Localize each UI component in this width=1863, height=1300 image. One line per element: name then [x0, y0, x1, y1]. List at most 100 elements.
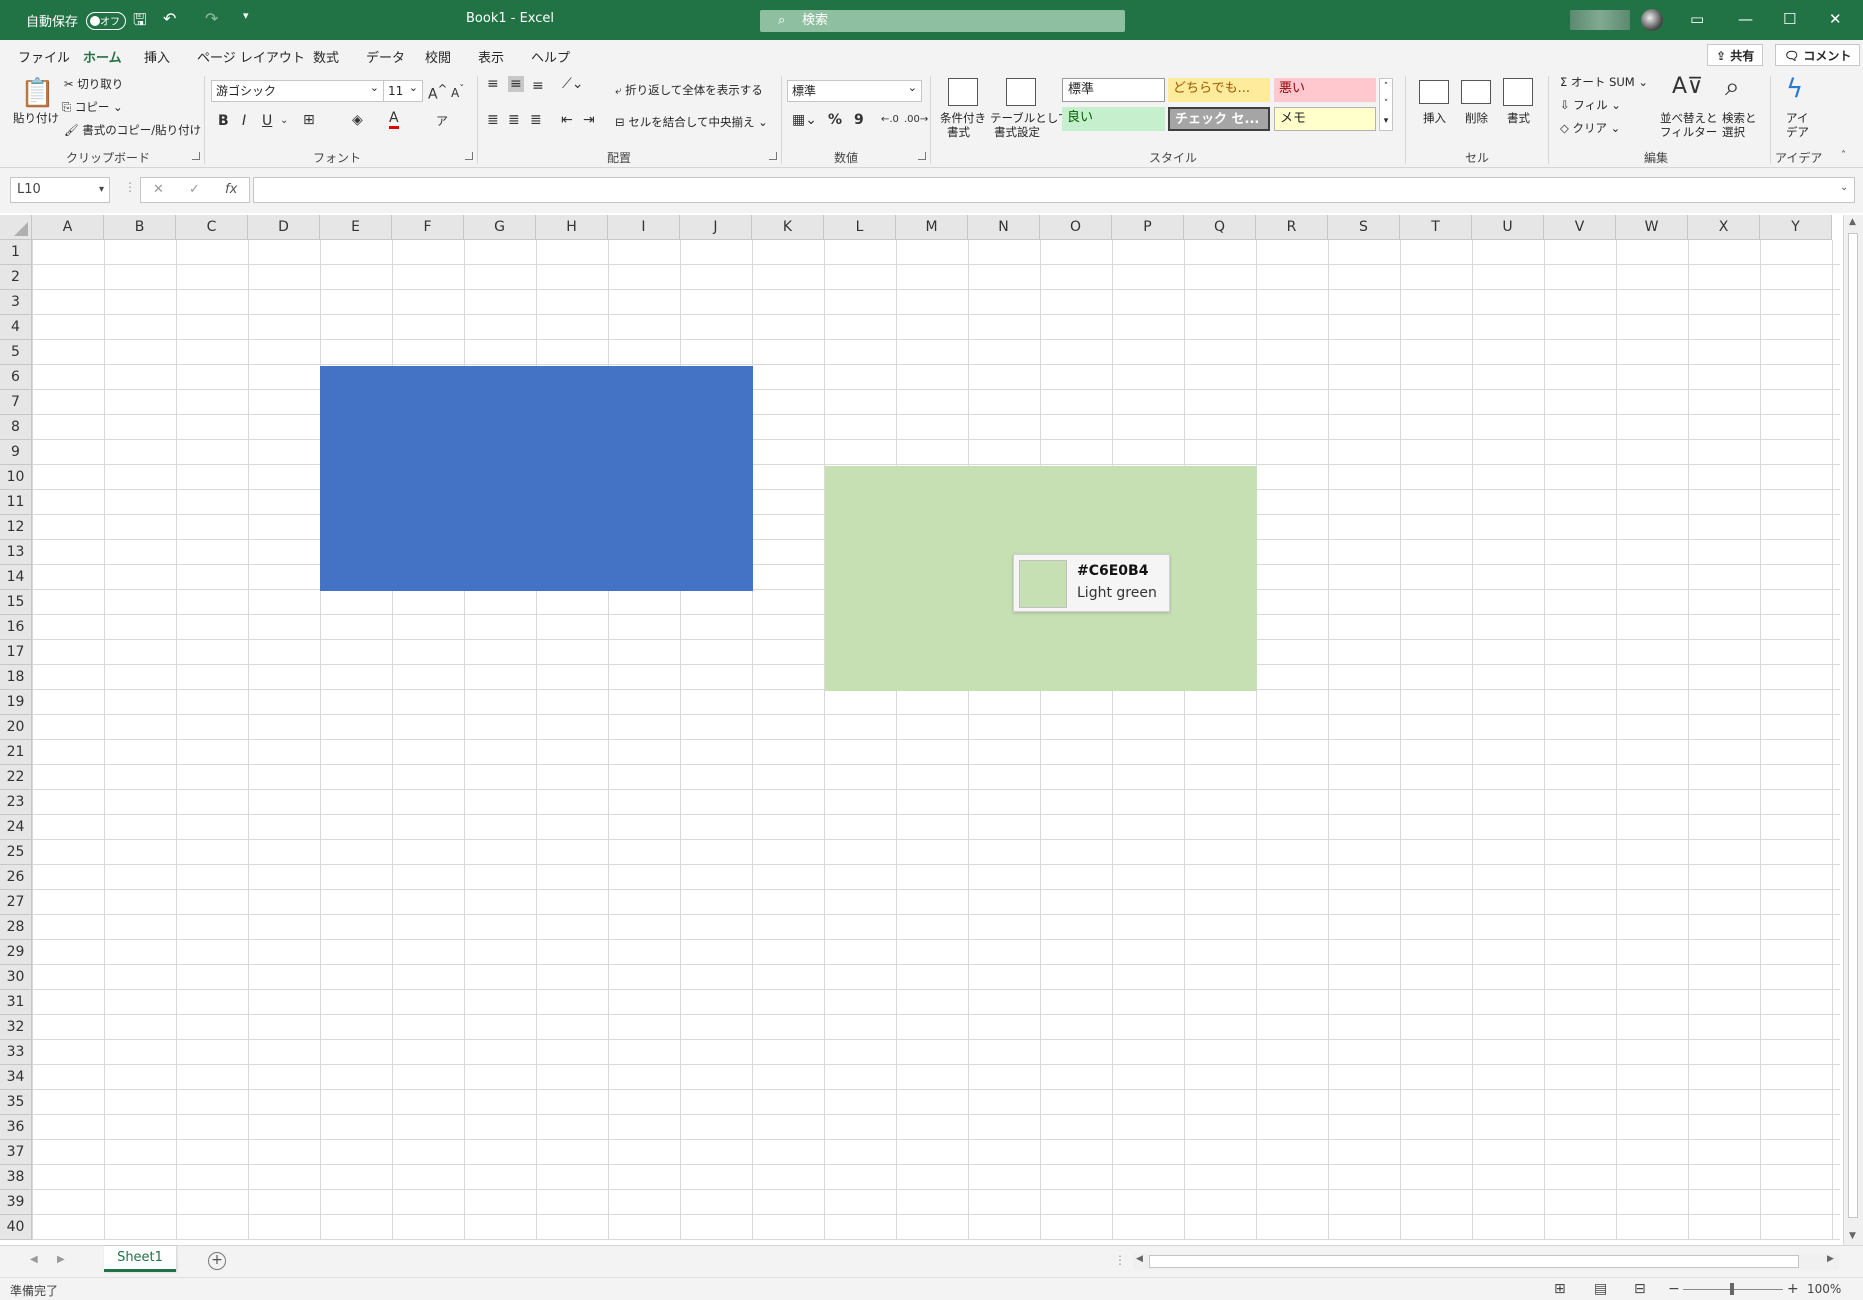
decrease-indent-icon[interactable]: ⇤ [561, 112, 573, 128]
ribbon-display-icon[interactable]: ▭ [1690, 10, 1704, 28]
row-header[interactable]: 20 [0, 715, 32, 740]
tab-file[interactable]: ファイル [18, 47, 70, 66]
percent-icon[interactable]: % [828, 112, 842, 128]
zoom-slider-thumb[interactable] [1730, 1283, 1734, 1295]
row-header[interactable]: 15 [0, 590, 32, 615]
column-header[interactable]: G [464, 215, 536, 240]
increase-indent-icon[interactable]: ⇥ [583, 112, 595, 128]
column-header[interactable]: C [176, 215, 248, 240]
column-header[interactable]: V [1544, 215, 1616, 240]
column-header[interactable]: F [392, 215, 464, 240]
style-standard[interactable]: 標準 [1062, 78, 1165, 102]
column-header[interactable]: S [1328, 215, 1400, 240]
format-as-table-icon[interactable] [1006, 78, 1036, 106]
row-header[interactable]: 26 [0, 865, 32, 890]
row-header[interactable]: 13 [0, 540, 32, 565]
row-header[interactable]: 32 [0, 1015, 32, 1040]
normal-view-icon[interactable]: ⊞ [1554, 1281, 1566, 1297]
save-icon[interactable]: 🖫 [133, 9, 147, 36]
expand-formula-icon[interactable]: ⌄ [1840, 182, 1848, 193]
column-header[interactable]: D [248, 215, 320, 240]
horizontal-scrollbar[interactable]: ◀ ▶ [1133, 1254, 1839, 1270]
tab-insert[interactable]: 挿入 [144, 47, 170, 66]
phonetic-icon[interactable]: ア [436, 112, 448, 129]
decrease-font-icon[interactable]: Aˇ [451, 84, 464, 100]
page-layout-view-icon[interactable]: ▤ [1594, 1281, 1607, 1297]
font-launcher-icon[interactable] [465, 152, 473, 160]
alignment-launcher-icon[interactable] [769, 152, 777, 160]
autosave-toggle[interactable]: オフ [86, 11, 127, 30]
row-header[interactable]: 40 [0, 1215, 32, 1240]
decrease-decimal-icon[interactable]: .00→ [904, 114, 928, 125]
tab-home[interactable]: ホーム [83, 47, 122, 73]
blue-rectangle-shape[interactable] [320, 366, 753, 591]
insert-cells-icon[interactable] [1419, 80, 1449, 104]
row-header[interactable]: 36 [0, 1115, 32, 1140]
column-header[interactable]: P [1112, 215, 1184, 240]
bold-icon[interactable]: B [218, 113, 229, 129]
prev-sheet-icon[interactable]: ◀ [30, 1254, 38, 1265]
row-header[interactable]: 6 [0, 365, 32, 390]
redo-icon[interactable]: ↷ [205, 9, 218, 28]
orientation-icon[interactable]: ⟋⌄ [562, 76, 584, 92]
row-header[interactable]: 3 [0, 290, 32, 315]
number-launcher-icon[interactable] [918, 152, 926, 160]
column-header[interactable]: J [680, 215, 752, 240]
row-header[interactable]: 22 [0, 765, 32, 790]
scroll-left-icon[interactable]: ◀ [1136, 1254, 1143, 1264]
column-header[interactable]: N [968, 215, 1040, 240]
column-header[interactable]: E [320, 215, 392, 240]
comment-button[interactable]: 🗨 コメント [1775, 44, 1861, 66]
align-center-icon[interactable]: ≣ [508, 112, 520, 128]
format-cells-button[interactable]: 書式 [1507, 110, 1530, 126]
row-header[interactable]: 12 [0, 515, 32, 540]
row-header[interactable]: 7 [0, 390, 32, 415]
row-header[interactable]: 39 [0, 1190, 32, 1215]
delete-cells-button[interactable]: 削除 [1465, 110, 1488, 126]
undo-icon[interactable]: ↶ [163, 9, 176, 28]
increase-decimal-icon[interactable]: ←.0 [881, 114, 899, 125]
next-sheet-icon[interactable]: ▶ [57, 1254, 65, 1265]
column-header[interactable]: L [824, 215, 896, 240]
avatar[interactable] [1641, 9, 1663, 31]
align-middle-icon[interactable]: ≡ [508, 76, 524, 92]
clear-button[interactable]: ◇ クリア ⌄ [1560, 120, 1620, 136]
row-header[interactable]: 27 [0, 890, 32, 915]
zoom-level[interactable]: 100% [1807, 1282, 1841, 1296]
row-header[interactable]: 37 [0, 1140, 32, 1165]
row-header[interactable]: 25 [0, 840, 32, 865]
font-size-select[interactable]: 11 [383, 78, 423, 102]
scroll-up-icon[interactable]: ▲ [1849, 217, 1856, 227]
wrap-text-button[interactable]: ⤶ 折り返して全体を表示する [615, 82, 763, 98]
paste-button[interactable]: 貼り付け [13, 110, 59, 126]
merge-center-button[interactable]: ⊟ セルを結合して中央揃え ⌄ [615, 114, 768, 130]
accounting-icon[interactable]: ▦⌄ [792, 112, 817, 128]
column-header[interactable]: O [1040, 215, 1112, 240]
row-header[interactable]: 31 [0, 990, 32, 1015]
autosave[interactable]: 自動保存 オフ [26, 11, 127, 30]
clipboard-launcher-icon[interactable] [192, 152, 200, 160]
row-header[interactable]: 28 [0, 915, 32, 940]
tab-review[interactable]: 校閲 [425, 47, 451, 66]
format-painter-button[interactable]: 🖌 書式のコピー/貼り付け [64, 122, 201, 138]
sheet-tab-sheet1[interactable]: Sheet1 [104, 1246, 176, 1272]
row-header[interactable]: 14 [0, 565, 32, 590]
row-header[interactable]: 16 [0, 615, 32, 640]
row-header[interactable]: 24 [0, 815, 32, 840]
column-header[interactable]: I [608, 215, 680, 240]
row-header[interactable]: 30 [0, 965, 32, 990]
column-header[interactable]: X [1688, 215, 1760, 240]
find-select-icon[interactable]: ⌕ [1725, 72, 1740, 103]
row-header[interactable]: 8 [0, 415, 32, 440]
conditional-format-icon[interactable] [948, 78, 978, 106]
insert-cells-button[interactable]: 挿入 [1423, 110, 1446, 126]
underline-icon[interactable]: U [262, 113, 272, 129]
select-all-button[interactable] [0, 215, 32, 240]
copy-button[interactable]: ⎘ コピー ⌄ [62, 99, 123, 115]
paste-icon[interactable]: 📋 [20, 76, 55, 109]
customize-qat-icon[interactable]: ▾ [243, 9, 249, 22]
style-good[interactable]: 良い [1062, 107, 1165, 131]
cut-button[interactable]: ✂ 切り取り [64, 76, 123, 92]
fill-button[interactable]: ⇩ フィル ⌄ [1560, 97, 1621, 113]
border-icon[interactable]: ⊞ [303, 112, 315, 128]
